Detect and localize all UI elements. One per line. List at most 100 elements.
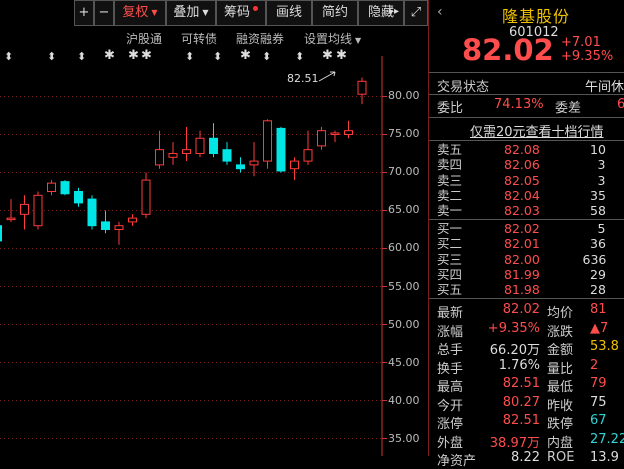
candle-up: [114, 225, 124, 230]
bid-price: 82.01: [504, 236, 540, 252]
bid-label: 买一: [437, 221, 463, 236]
stat-label: 均价: [547, 306, 574, 321]
candle-up: [344, 130, 353, 135]
candle-down: [209, 137, 218, 154]
ratio-label: 委比: [437, 101, 464, 116]
bid-label: 买五: [437, 282, 463, 298]
stat-value: +9.35%: [487, 320, 540, 336]
ask-price: 82.03: [504, 203, 540, 219]
y-tick-label: 50.00: [388, 317, 420, 331]
candle-down: [0, 225, 2, 242]
stat-label: 总手: [437, 343, 464, 358]
stat-value: 38.97万: [489, 435, 540, 451]
level2-promo-link[interactable]: 仅需20元查看十档行情: [470, 121, 604, 140]
ask-label: 卖三: [437, 172, 463, 188]
stat-value: 79: [590, 376, 607, 391]
candle-down: [74, 190, 83, 204]
change-percent: +9.35%: [561, 49, 614, 64]
divider: [429, 72, 624, 73]
ask-price: 82.04: [504, 187, 540, 203]
bid-volume: 636: [582, 251, 607, 267]
change-value: +7.01: [561, 35, 601, 50]
candle-down: [276, 127, 286, 172]
y-tick-label: 45.00: [388, 355, 420, 369]
stat-label: 最高: [437, 380, 464, 395]
divider: [429, 140, 624, 141]
status-row: 交易状态: [437, 76, 489, 95]
bid-volume: 36: [590, 236, 606, 252]
stat-label: 涨跌: [547, 324, 574, 340]
bid-volume: 29: [590, 266, 606, 282]
y-tick-label: 55.00: [388, 279, 420, 293]
candle-up: [357, 80, 367, 95]
stat-value: 67: [590, 413, 607, 428]
bid-volume: 5: [597, 221, 606, 236]
stat-label: 今开: [437, 398, 464, 414]
ask-label: 卖四: [437, 157, 463, 173]
stat-label: 最新: [437, 306, 464, 321]
stat-value: 82.51: [502, 376, 540, 391]
stat-label: 昨收: [547, 398, 574, 414]
stat-label: 金额: [547, 343, 574, 358]
candle-up: [155, 149, 164, 166]
candle-up: [141, 179, 151, 215]
diff-label: 委差: [555, 101, 582, 116]
ask-volume: 3: [597, 157, 606, 173]
bid-volume: 28: [590, 282, 606, 298]
candle-up: [290, 160, 299, 170]
ask-price: 82.06: [504, 157, 540, 173]
stat-value: 13.9: [590, 450, 619, 465]
candle-up: [249, 160, 259, 166]
ask-volume: 58: [590, 203, 606, 219]
divider: [429, 219, 624, 220]
candle-up: [303, 149, 313, 162]
stat-value: 66.20万: [489, 343, 540, 358]
candlestick-chart[interactable]: [0, 0, 428, 456]
candle-up: [195, 137, 205, 154]
back-chevron-icon[interactable]: ‹: [437, 4, 443, 20]
candle-up: [33, 194, 43, 227]
stat-label: 跌停: [547, 417, 574, 432]
bid-price: 81.98: [504, 282, 540, 298]
stat-value: 8.22: [511, 450, 540, 465]
divider: [429, 298, 624, 299]
bid-price: 82.00: [504, 251, 540, 267]
stat-value: 81: [590, 302, 607, 317]
divider: [429, 94, 624, 95]
ask-label: 卖五: [437, 142, 463, 157]
y-tick-label: 70.00: [388, 165, 420, 179]
ask-volume: 10: [590, 142, 606, 157]
y-tick-label: 60.00: [388, 241, 420, 255]
stat-value: 53.8: [590, 339, 619, 354]
stat-label: 涨幅: [437, 324, 464, 340]
divider: [429, 117, 624, 118]
ratio-value: 74.13%: [494, 97, 544, 112]
candle-up: [317, 130, 326, 147]
candle-up: [168, 152, 178, 158]
stat-value: ▲7: [590, 320, 609, 336]
stat-value: 75: [590, 394, 607, 410]
stat-label: 量比: [547, 361, 574, 377]
stat-value: 27.22: [590, 431, 624, 447]
ask-label: 卖二: [437, 187, 463, 203]
annotation-arrow-icon: [318, 71, 336, 82]
ask-label: 卖一: [437, 203, 463, 219]
y-tick-label: 80.00: [388, 89, 420, 103]
bid-label: 买四: [437, 266, 463, 282]
ask-volume: 3: [597, 172, 606, 188]
stat-label: 外盘: [437, 435, 464, 451]
candle-up: [263, 120, 272, 162]
candle-down: [87, 198, 97, 227]
y-tick-label: 35.00: [388, 431, 420, 445]
candle-down: [236, 164, 245, 170]
y-tick-label: 75.00: [388, 127, 420, 141]
current-price: 82.02: [462, 33, 554, 67]
diff-value: 6: [617, 97, 624, 112]
high-price-annotation: 82.51: [287, 72, 319, 85]
ask-price: 82.05: [504, 172, 540, 188]
candle-up: [6, 217, 16, 221]
bid-price: 81.99: [504, 266, 540, 282]
bid-label: 买二: [437, 236, 463, 252]
stock-name: 隆基股份: [502, 7, 571, 26]
price-change: +7.01 +9.35%: [561, 36, 613, 64]
